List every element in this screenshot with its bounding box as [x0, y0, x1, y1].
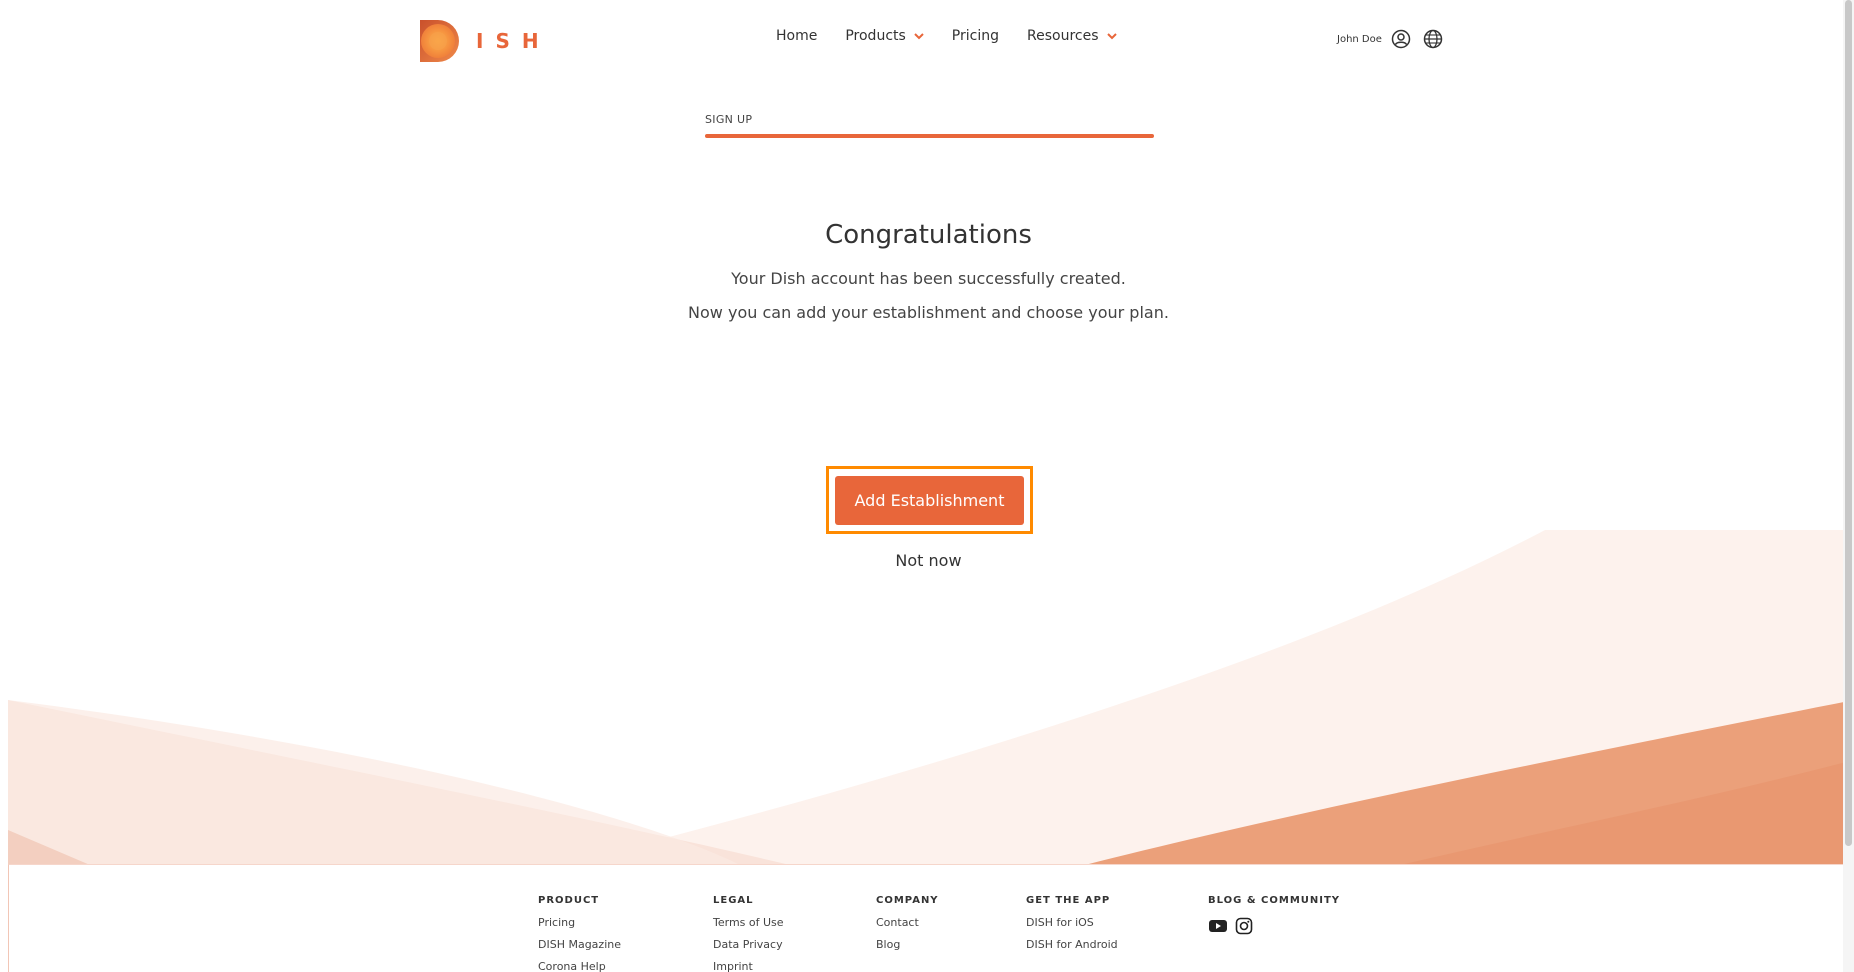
footer-col-company: COMPANY Contact Blog [876, 895, 939, 960]
social-links [1208, 916, 1340, 936]
footer-link-corona-help[interactable]: Corona Help [538, 960, 621, 972]
footer-link-blog[interactable]: Blog [876, 938, 939, 951]
nav-products-label: Products [845, 28, 906, 44]
nav-resources[interactable]: Resources [1027, 28, 1117, 44]
footer-heading: LEGAL [713, 895, 754, 906]
footer-link-android[interactable]: DISH for Android [1026, 938, 1118, 951]
nav-pricing-label: Pricing [951, 28, 999, 44]
footer-link-imprint[interactable]: Imprint [713, 960, 784, 972]
nav-home-label: Home [776, 28, 818, 44]
site-header: ISH Home Products Pricing Resources John… [0, 0, 1854, 82]
page-scrollbar[interactable] [1843, 0, 1854, 972]
chevron-down-icon [914, 33, 924, 40]
site-footer: PRODUCT Pricing DISH Magazine Corona Hel… [8, 864, 1848, 972]
signup-progress-bar [705, 134, 1154, 138]
success-message: Your Dish account has been successfully … [731, 269, 1126, 288]
nav-products[interactable]: Products [845, 28, 924, 44]
nav-pricing[interactable]: Pricing [952, 28, 999, 44]
footer-heading: GET THE APP [1026, 895, 1111, 906]
main-nav: Home Products Pricing Resources [776, 28, 1145, 44]
footer-heading: COMPANY [876, 895, 939, 906]
youtube-icon[interactable] [1208, 916, 1228, 936]
chevron-down-icon [1106, 33, 1117, 40]
footer-col-product: PRODUCT Pricing DISH Magazine Corona Hel… [538, 895, 621, 972]
footer-heading: BLOG & COMMUNITY [1208, 895, 1341, 906]
decorative-waves [8, 530, 1854, 865]
user-circle-icon[interactable] [1390, 28, 1412, 50]
not-now-link[interactable]: Not now [0, 551, 1854, 570]
nav-home[interactable]: Home [776, 28, 817, 44]
logo-text: ISH [476, 29, 551, 53]
dish-logo[interactable]: ISH [418, 18, 551, 64]
footer-col-legal: LEGAL Terms of Use Data Privacy Imprint [713, 895, 784, 972]
add-establishment-button[interactable]: Add Establishment [835, 476, 1024, 525]
footer-link-terms[interactable]: Terms of Use [713, 916, 784, 929]
user-area: John Doe [1337, 28, 1454, 50]
nav-resources-label: Resources [1027, 28, 1099, 44]
footer-link-privacy[interactable]: Data Privacy [713, 938, 784, 951]
next-step-message: Now you can add your establishment and c… [688, 303, 1169, 322]
footer-link-magazine[interactable]: DISH Magazine [538, 938, 621, 951]
footer-link-contact[interactable]: Contact [876, 916, 939, 929]
page-title: Congratulations [825, 220, 1032, 250]
globe-icon[interactable] [1422, 28, 1444, 50]
user-name[interactable]: John Doe [1337, 34, 1382, 45]
scrollbar-thumb[interactable] [1845, 0, 1852, 846]
footer-link-pricing[interactable]: Pricing [538, 916, 621, 929]
footer-col-community: BLOG & COMMUNITY [1208, 895, 1340, 936]
instagram-icon[interactable] [1234, 916, 1254, 936]
signup-step-label: SIGN UP [705, 113, 753, 126]
footer-col-app: GET THE APP DISH for iOS DISH for Androi… [1026, 895, 1118, 960]
footer-heading: PRODUCT [538, 895, 600, 906]
dish-logo-mark [420, 20, 459, 62]
footer-link-ios[interactable]: DISH for iOS [1026, 916, 1118, 929]
